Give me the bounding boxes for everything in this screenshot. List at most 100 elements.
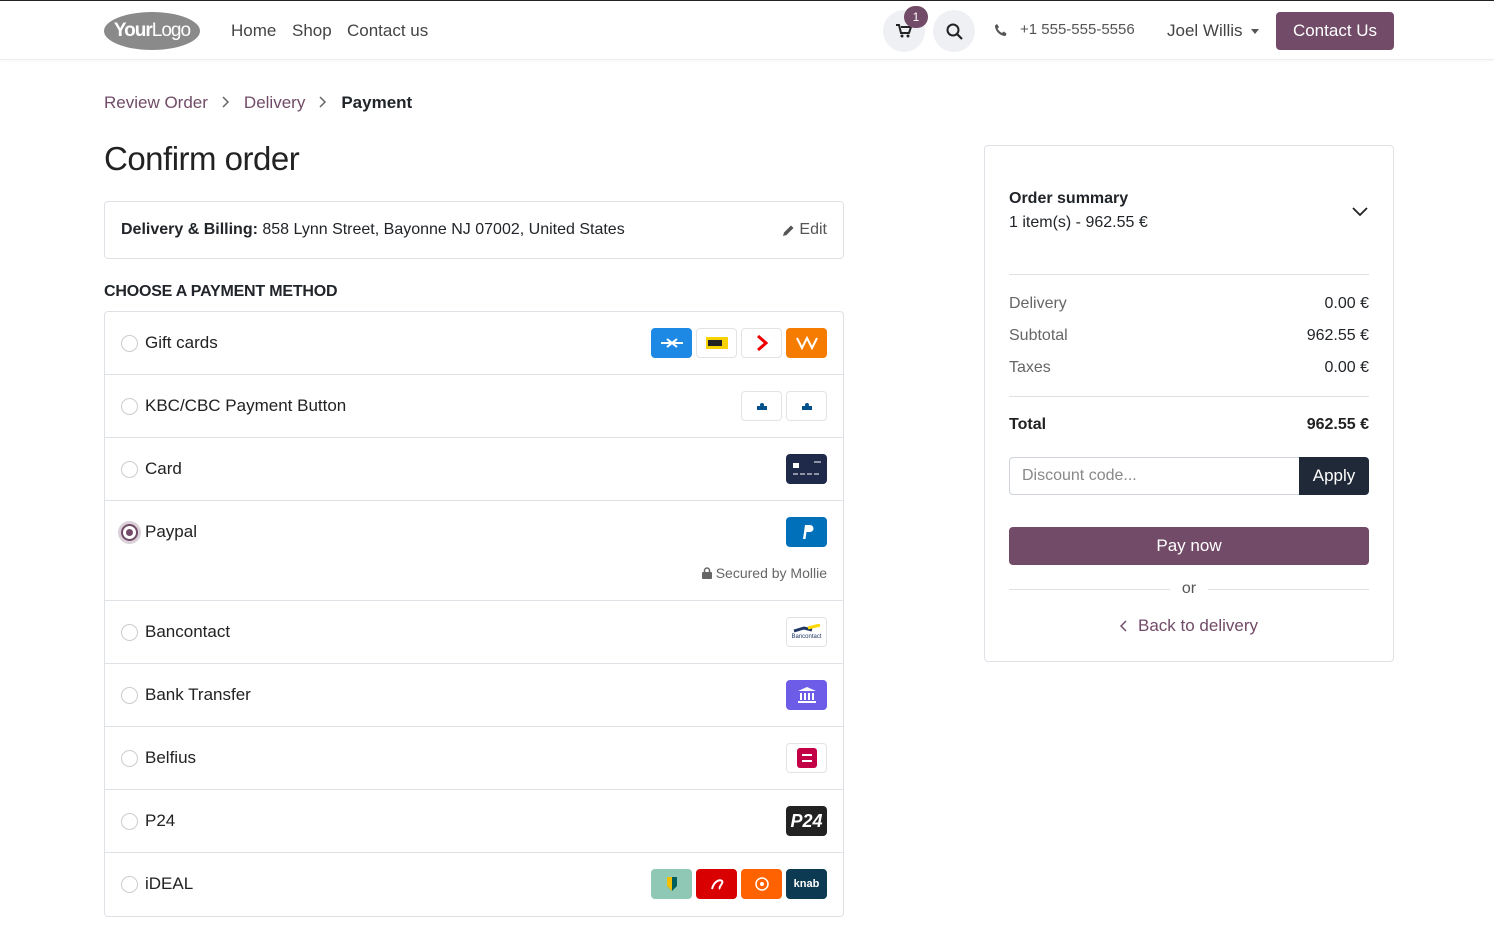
payment-method-gift-cards[interactable]: Gift cards — [105, 312, 843, 375]
radio-kbc[interactable] — [121, 398, 138, 415]
radio-bancontact[interactable] — [121, 624, 138, 641]
secured-text: Secured by Mollie — [715, 565, 827, 581]
caret-down-icon — [1250, 28, 1259, 34]
radio-p24[interactable] — [121, 813, 138, 830]
asn-icon — [696, 869, 737, 899]
summary-row-total: Total 962.55 € — [1009, 416, 1369, 434]
user-menu[interactable]: Joel Willis — [1167, 21, 1259, 41]
payment-section-title: CHOOSE A PAYMENT METHOD — [104, 283, 338, 300]
radio-gift-cards[interactable] — [121, 335, 138, 352]
breadcrumb: Review Order Delivery Payment — [104, 93, 412, 113]
address-value: 858 Lynn Street, Bayonne NJ 07002, Unite… — [262, 221, 625, 238]
phone-number: +1 555-555-5556 — [1020, 21, 1135, 38]
nav-home[interactable]: Home — [231, 21, 276, 41]
nav-shop[interactable]: Shop — [292, 21, 332, 41]
payment-method-kbc[interactable]: KBC/CBC Payment Button — [105, 375, 843, 438]
method-label: iDEAL — [145, 874, 194, 893]
order-summary-items: 1 item(s) - 962.55 € — [1009, 214, 1148, 231]
abn-amro-icon — [651, 869, 692, 899]
lock-icon — [701, 567, 712, 579]
order-summary-title: Order summary — [1009, 190, 1129, 207]
breadcrumb-payment: Payment — [341, 93, 413, 112]
bancontact-logo-text: Bancontact — [791, 634, 822, 640]
method-label: Bancontact — [145, 622, 231, 641]
user-name: Joel Willis — [1167, 21, 1243, 40]
radio-card[interactable] — [121, 461, 138, 478]
search-icon — [946, 23, 963, 40]
method-label: Gift cards — [145, 333, 218, 352]
knab-icon: knab — [786, 869, 827, 899]
bank-building-icon — [786, 680, 827, 710]
phone-icon — [995, 23, 1007, 36]
back-to-delivery-label: Back to delivery — [1138, 616, 1258, 635]
contact-us-button[interactable]: Contact Us — [1276, 12, 1394, 50]
back-to-delivery-link[interactable]: Back to delivery — [985, 616, 1393, 636]
phone-link[interactable]: +1 555-555-5556 — [994, 21, 1135, 38]
method-label: Bank Transfer — [145, 685, 251, 704]
address-text: Delivery & Billing: 858 Lynn Street, Bay… — [121, 221, 625, 239]
total-label: Total — [1009, 416, 1047, 433]
divider — [1009, 274, 1369, 275]
divider — [1009, 396, 1369, 397]
giftcard-vvv-icon — [786, 328, 827, 358]
page-title: Confirm order — [104, 140, 300, 177]
chevron-left-icon — [1120, 620, 1127, 632]
method-label: KBC/CBC Payment Button — [145, 396, 347, 415]
payment-methods-list: Gift cards KBC/CBC Payment Button Card P… — [104, 311, 844, 917]
p24-icon: P24 — [786, 806, 827, 836]
bancontact-icon: Bancontact — [786, 617, 827, 647]
total-value: 962.55 € — [1306, 416, 1369, 433]
or-separator: or — [1009, 580, 1370, 598]
or-text: or — [1181, 580, 1197, 597]
summary-row-taxes: Taxes 0.00 € — [1009, 359, 1369, 376]
cart-count-badge: 1 — [904, 6, 928, 28]
site-header: Your Logo Home Shop Contact us 1 +1 555-5… — [0, 0, 1494, 60]
method-label: Card — [145, 459, 182, 478]
payment-method-bank-transfer[interactable]: Bank Transfer — [105, 664, 843, 727]
p24-logo-text: P24 — [790, 810, 823, 831]
radio-bank-transfer[interactable] — [121, 687, 138, 704]
kbc-icon — [741, 391, 782, 421]
radio-ideal[interactable] — [121, 876, 138, 893]
search-button[interactable] — [933, 10, 975, 52]
payment-method-belfius[interactable]: Belfius — [105, 727, 843, 790]
ing-lion-icon — [741, 869, 782, 899]
summary-row-subtotal: Subtotal 962.55 € — [1009, 327, 1369, 344]
payment-method-p24[interactable]: P24 P24 — [105, 790, 843, 853]
edit-address-link[interactable]: Edit — [782, 221, 827, 239]
summary-row-delivery: Delivery 0.00 € — [1009, 295, 1369, 312]
cbc-icon — [786, 391, 827, 421]
address-label: Delivery & Billing: — [121, 221, 258, 238]
credit-card-icon — [786, 454, 827, 484]
giftcard-red-chevron-icon — [741, 328, 782, 358]
chevron-right-icon — [319, 93, 327, 113]
payment-method-ideal[interactable]: iDEAL knab — [105, 853, 843, 916]
radio-belfius[interactable] — [121, 750, 138, 767]
breadcrumb-review-order[interactable]: Review Order — [104, 93, 208, 113]
knab-logo-text: knab — [793, 878, 820, 890]
site-logo[interactable]: Your Logo — [104, 12, 200, 50]
payment-method-paypal[interactable]: Paypal Secured by Mollie — [105, 501, 843, 601]
discount-code-input[interactable]: Discount code... — [1009, 457, 1299, 495]
apply-button[interactable]: Apply — [1299, 457, 1369, 495]
nav-contact-us[interactable]: Contact us — [347, 21, 428, 41]
giftcard-blue-icon — [651, 328, 692, 358]
pay-now-button[interactable]: Pay now — [1009, 527, 1369, 565]
radio-paypal[interactable] — [121, 524, 138, 541]
pencil-icon — [783, 225, 794, 236]
giftcard-yellow-icon — [696, 328, 737, 358]
belfius-icon — [786, 743, 827, 773]
secured-by-note: Secured by Mollie — [701, 565, 827, 581]
method-label: P24 — [145, 811, 176, 830]
order-summary-card: Order summary 1 item(s) - 962.55 € Deliv… — [984, 145, 1394, 662]
chevron-down-icon[interactable] — [1351, 202, 1369, 220]
breadcrumb-delivery[interactable]: Delivery — [244, 93, 305, 113]
chevron-right-icon — [222, 93, 230, 113]
discount-group: Discount code... Apply — [1009, 457, 1369, 495]
payment-method-card[interactable]: Card — [105, 438, 843, 501]
payment-method-bancontact[interactable]: Bancontact Bancontact — [105, 601, 843, 664]
paypal-icon — [786, 517, 827, 547]
edit-label: Edit — [799, 221, 827, 238]
method-label: Belfius — [145, 748, 197, 767]
method-label: Paypal — [145, 522, 197, 541]
